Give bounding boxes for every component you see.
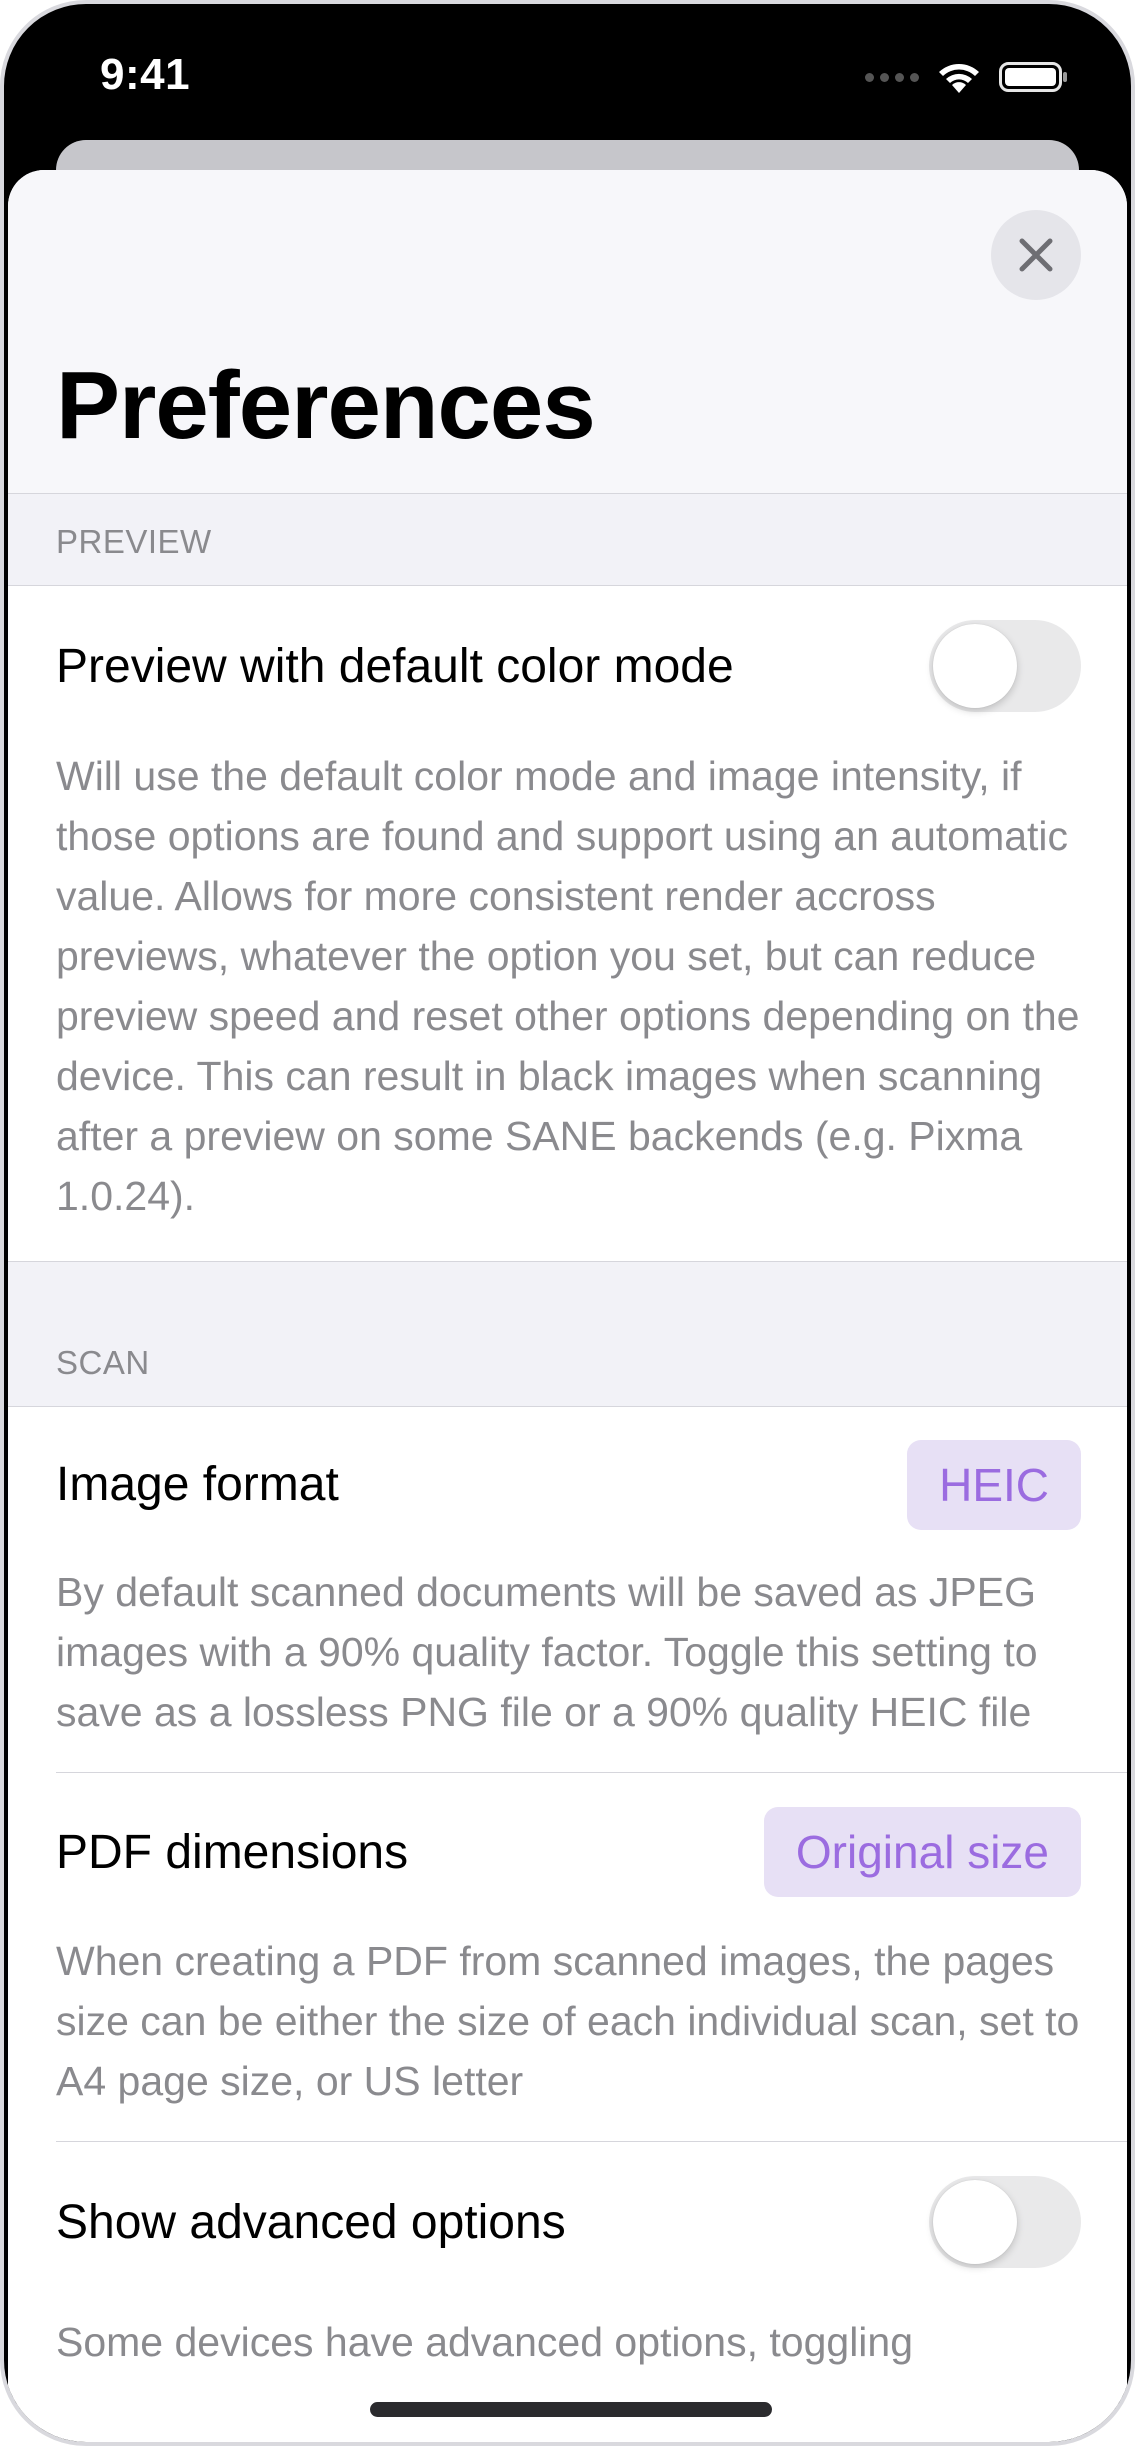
preview-default-color-toggle[interactable] — [929, 620, 1081, 712]
status-time: 9:41 — [100, 50, 191, 99]
row-label: Image format — [56, 1458, 339, 1511]
row-description: By default scanned documents will be sav… — [56, 1569, 1038, 1735]
section-header-preview: PREVIEW — [8, 494, 1127, 586]
battery-icon — [999, 62, 1067, 92]
wifi-icon — [939, 64, 979, 93]
show-advanced-options-toggle[interactable] — [929, 2176, 1081, 2268]
cellular-dots-icon — [865, 72, 919, 82]
row-preview-default-color[interactable]: Preview with default color mode — [8, 586, 1127, 746]
row-label: PDF dimensions — [56, 1825, 409, 1879]
device-frame: 9:41 Preferences PREVIEW Preview with de… — [0, 0, 1135, 2446]
row-description: Will use the default color mode and imag… — [56, 753, 1080, 1219]
row-description: When creating a PDF from scanned images,… — [56, 1938, 1080, 2104]
status-icons — [865, 58, 1069, 96]
section-header-scan: SCAN — [8, 1261, 1127, 1407]
row-image-format[interactable]: Image format HEIC — [8, 1407, 1127, 1562]
row-label: Preview with default color mode — [56, 639, 734, 693]
sheet-header: Preferences — [8, 170, 1127, 494]
toggle-knob — [933, 624, 1017, 708]
preferences-sheet: Preferences PREVIEW Preview with default… — [8, 170, 1127, 2442]
toggle-knob — [933, 2180, 1017, 2264]
status-bar: 9:41 — [4, 4, 1131, 144]
row-show-advanced-options[interactable]: Show advanced options — [8, 2142, 1127, 2302]
image-format-picker[interactable]: HEIC — [907, 1439, 1081, 1530]
row-description: Some devices have advanced options, togg… — [56, 2319, 914, 2365]
pdf-dimensions-picker[interactable]: Original size — [763, 1807, 1081, 1897]
row-pdf-dimensions[interactable]: PDF dimensions Original size — [8, 1773, 1127, 1931]
page-title: Preferences — [56, 352, 596, 459]
home-indicator[interactable] — [370, 2402, 772, 2417]
row-label: Show advanced options — [56, 2195, 566, 2249]
close-icon — [1019, 238, 1053, 272]
close-button[interactable] — [991, 210, 1081, 300]
